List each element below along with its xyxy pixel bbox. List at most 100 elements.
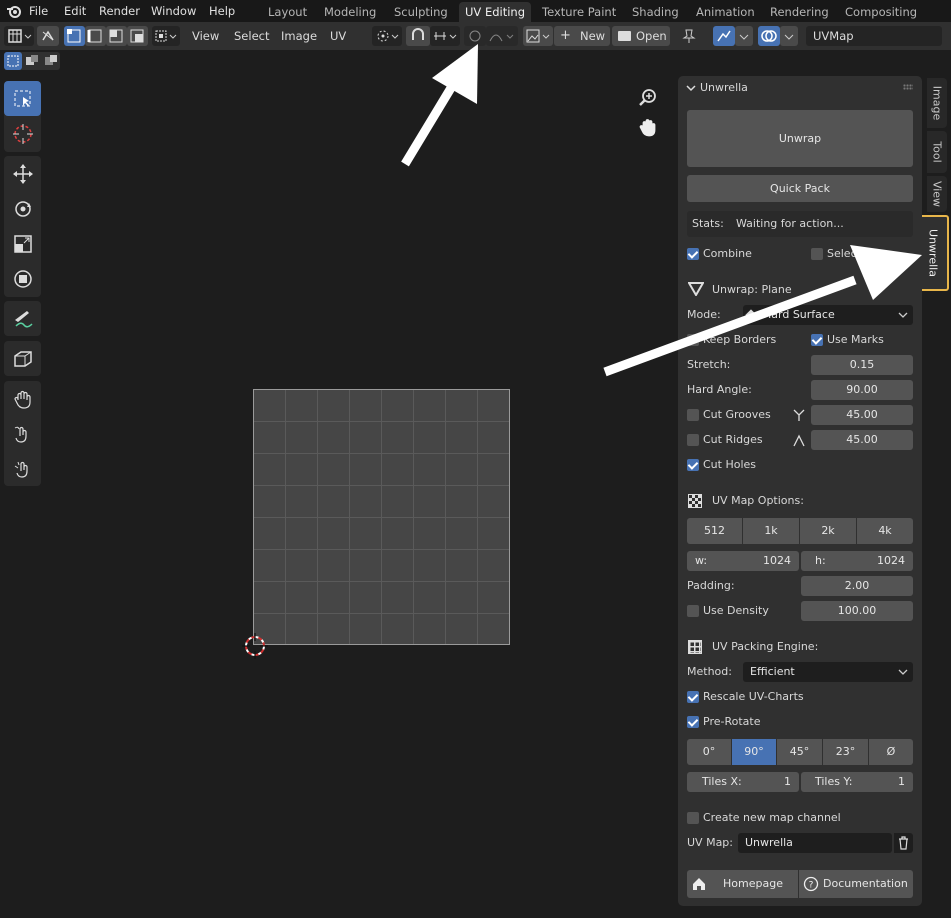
tab-shading[interactable]: Shading	[626, 2, 685, 22]
tab-uv-editing[interactable]: UV Editing	[459, 2, 531, 22]
create-channel-check[interactable]	[687, 812, 699, 824]
overlay-icon[interactable]	[758, 26, 780, 46]
rescale-check[interactable]	[687, 691, 699, 703]
vertex-select-icon[interactable]	[64, 26, 85, 46]
face-select-icon[interactable]	[106, 26, 127, 46]
blender-logo-icon[interactable]	[6, 3, 22, 19]
rotation-none-button[interactable]: Ø	[869, 739, 913, 765]
image-browse-icon[interactable]	[523, 26, 553, 46]
tab-tool[interactable]: Tool	[927, 131, 947, 173]
overlay-dropdown[interactable]	[780, 26, 798, 46]
uv-grid-plane[interactable]	[253, 389, 510, 645]
tiles-x-field[interactable]: Tiles X: 1	[687, 772, 799, 792]
tab-layout[interactable]: Layout	[262, 2, 313, 22]
island-select-icon[interactable]	[127, 26, 148, 46]
cut-ridges-field[interactable]: 45.00	[811, 430, 913, 450]
hard-angle-field[interactable]: 90.00	[811, 380, 913, 400]
panel-collapse-icon[interactable]	[686, 83, 696, 93]
prerotate-checkbox[interactable]: Pre-Rotate	[687, 712, 847, 732]
prerotate-check[interactable]	[687, 716, 699, 728]
editor-type-button[interactable]	[4, 26, 34, 46]
homepage-button[interactable]: Homepage	[687, 870, 798, 898]
header-menu-uv[interactable]: UV	[326, 26, 350, 46]
width-field[interactable]: w: 1024	[687, 551, 799, 571]
tab-modeling[interactable]: Modeling	[318, 2, 382, 22]
cut-grooves-field[interactable]: 45.00	[811, 405, 913, 425]
cursor-tool[interactable]	[4, 116, 41, 151]
move-tool[interactable]	[4, 156, 41, 191]
scale-tool[interactable]	[4, 226, 41, 261]
pinch-tool[interactable]	[4, 451, 41, 486]
menu-help[interactable]: Help	[206, 2, 238, 20]
res-4k-button[interactable]: 4k	[857, 518, 913, 544]
trash-icon[interactable]	[894, 833, 913, 853]
select-box-tool[interactable]	[4, 81, 41, 116]
method-dropdown[interactable]: Efficient	[743, 662, 913, 682]
unwrap-button[interactable]: Unwrap	[687, 110, 913, 167]
edge-select-icon[interactable]	[85, 26, 106, 46]
panel-drag-handle-icon[interactable]	[903, 84, 913, 90]
menu-window[interactable]: Window	[148, 2, 199, 20]
rotation-0-button[interactable]: 0°	[687, 739, 731, 765]
2d-cursor-icon[interactable]	[242, 633, 268, 659]
uv-sculpt-icon[interactable]	[713, 26, 735, 46]
res-2k-button[interactable]: 2k	[800, 518, 856, 544]
use-density-check[interactable]	[687, 605, 699, 617]
menu-edit[interactable]: Edit	[61, 2, 89, 20]
rotate-tool[interactable]	[4, 191, 41, 226]
tab-view[interactable]: View	[927, 176, 947, 212]
annotation-arrow-unwrella-tab	[603, 245, 922, 377]
annotate-tool[interactable]	[4, 301, 41, 336]
grab-tool[interactable]	[4, 381, 41, 416]
sync-selection-icon[interactable]	[37, 26, 59, 46]
uvmap-name-value: Unwrella	[745, 836, 793, 849]
res-512-button[interactable]: 512	[687, 518, 742, 544]
display-channels-dropdown[interactable]	[735, 26, 753, 46]
select-box-icon[interactable]	[4, 52, 22, 70]
res-1k-button[interactable]: 1k	[743, 518, 799, 544]
height-field[interactable]: h: 1024	[801, 551, 913, 571]
open-image-button[interactable]: Open	[612, 26, 670, 46]
new-image-button[interactable]: + New	[554, 26, 610, 46]
menu-render[interactable]: Render	[96, 2, 143, 20]
create-channel-label: Create new map channel	[703, 811, 841, 824]
cut-ridges-check[interactable]	[687, 434, 699, 446]
relax-tool[interactable]	[4, 416, 41, 451]
density-field[interactable]: 100.00	[801, 601, 913, 621]
create-channel-checkbox[interactable]: Create new map channel	[687, 808, 887, 828]
select-extend-icon[interactable]	[23, 52, 41, 70]
header-menu-image[interactable]: Image	[277, 26, 321, 46]
tab-rendering[interactable]: Rendering	[764, 2, 835, 22]
tab-compositing[interactable]: Compositing	[839, 2, 923, 22]
pin-icon[interactable]	[678, 26, 700, 46]
cut-holes-checkbox[interactable]: Cut Holes	[687, 455, 807, 475]
rescale-checkbox[interactable]: Rescale UV-Charts	[687, 687, 847, 707]
tiles-y-field[interactable]: Tiles Y: 1	[801, 772, 913, 792]
tab-sculpting[interactable]: Sculpting	[388, 2, 454, 22]
quick-pack-button[interactable]: Quick Pack	[687, 175, 913, 202]
rotation-90-button[interactable]: 90°	[732, 739, 776, 765]
use-density-checkbox[interactable]: Use Density	[687, 601, 797, 621]
tab-texture-paint[interactable]: Texture Paint	[536, 2, 622, 22]
select-subtract-icon[interactable]	[42, 52, 60, 70]
pan-hand-icon[interactable]	[637, 116, 659, 138]
sticky-select-mode-icon[interactable]	[152, 26, 180, 46]
cut-ridges-checkbox[interactable]: Cut Ridges	[687, 430, 787, 450]
menu-file[interactable]: File	[26, 2, 51, 20]
uvmap-selector[interactable]: UVMap	[806, 26, 942, 46]
transform-tool[interactable]	[4, 261, 41, 296]
uvmap-name-field[interactable]: Unwrella	[738, 833, 892, 853]
rotation-45-button[interactable]: 45°	[777, 739, 822, 765]
zoom-icon[interactable]	[637, 86, 659, 108]
rotation-23-button[interactable]: 23°	[823, 739, 868, 765]
header-menu-view[interactable]: View	[188, 26, 223, 46]
cut-grooves-check[interactable]	[687, 409, 699, 421]
cut-holes-check[interactable]	[687, 459, 699, 471]
documentation-button[interactable]: ? Documentation	[799, 870, 913, 898]
cut-grooves-checkbox[interactable]: Cut Grooves	[687, 405, 787, 425]
rip-region-tool[interactable]	[4, 341, 41, 376]
tab-animation[interactable]: Animation	[690, 2, 761, 22]
padding-field[interactable]: 2.00	[801, 576, 913, 596]
tab-image[interactable]: Image	[927, 78, 947, 128]
header-menu-select[interactable]: Select	[230, 26, 273, 46]
